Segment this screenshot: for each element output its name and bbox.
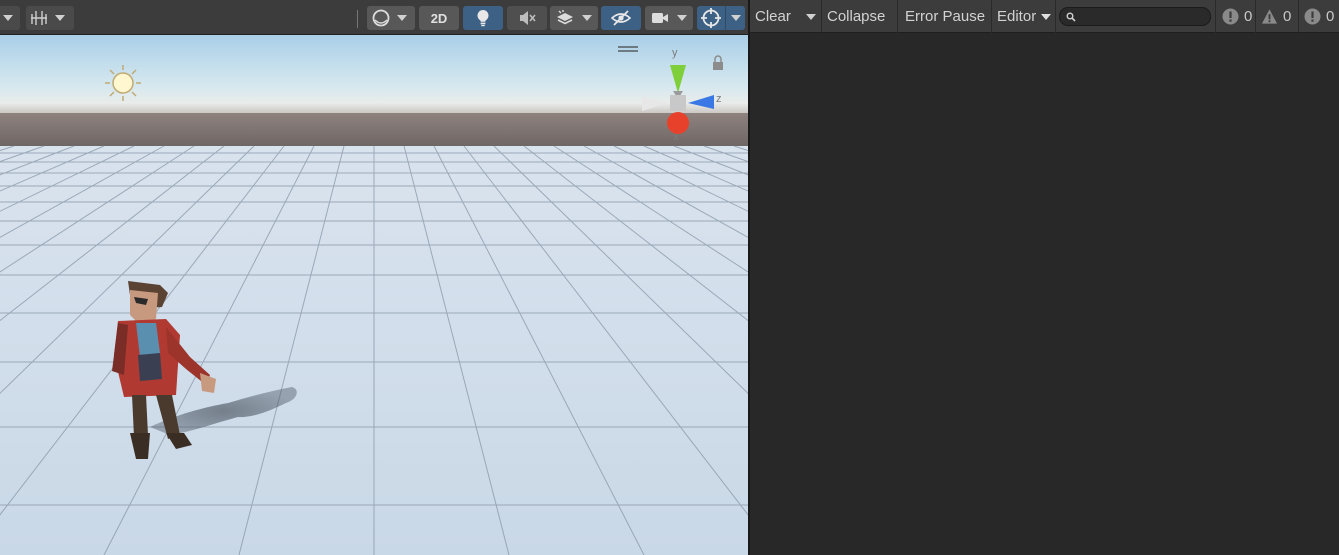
warning-count: 0 (1283, 8, 1292, 25)
chevron-down-icon (677, 15, 687, 21)
separator (1255, 0, 1256, 33)
collapse-label: Collapse (827, 8, 886, 25)
clear-button[interactable]: Clear (755, 0, 791, 33)
chevron-down-icon (1041, 13, 1052, 20)
grid-snap-icon (31, 11, 47, 25)
chevron-down-icon (806, 13, 816, 20)
error-count: 0 (1326, 8, 1335, 25)
shading-mode-dropdown[interactable] (367, 6, 415, 30)
error-icon (1304, 8, 1321, 25)
scene-toolbar: 2D (0, 0, 748, 35)
console-search-input[interactable] (1078, 8, 1210, 27)
console-search-field[interactable] (1059, 7, 1211, 27)
gizmos-toggle[interactable] (697, 6, 725, 30)
console-panel: Clear Collapse Error Pause Editor 0 0 0 (750, 0, 1339, 555)
clear-options-dropdown[interactable] (804, 0, 818, 33)
gizmo-z-label: z (716, 93, 722, 105)
editor-dropdown[interactable]: Editor (997, 0, 1052, 33)
chevron-down-icon (397, 15, 407, 21)
error-pause-toggle[interactable]: Error Pause (905, 0, 985, 33)
info-icon (1222, 8, 1239, 25)
scene-camera-dropdown[interactable] (645, 6, 693, 30)
sphere-shading-icon (372, 9, 390, 27)
camera-icon (652, 13, 668, 23)
info-log-toggle[interactable]: 0 (1222, 0, 1252, 33)
console-toolbar: Clear Collapse Error Pause Editor 0 0 0 (750, 0, 1339, 33)
editor-label: Editor (997, 8, 1037, 25)
gizmo-crosshair-icon (701, 8, 721, 28)
eye-slash-icon (611, 10, 631, 26)
scene-render (0, 35, 748, 555)
warning-icon (1261, 8, 1278, 25)
search-icon (1066, 12, 1076, 22)
mode-2d-toggle[interactable]: 2D (419, 6, 459, 30)
info-count: 0 (1244, 8, 1253, 25)
error-log-toggle[interactable]: 0 (1304, 0, 1334, 33)
clear-label: Clear (755, 8, 791, 25)
chevron-down-icon (730, 15, 741, 21)
separator (1215, 0, 1216, 33)
separator (821, 0, 822, 33)
draw-mode-dropdown[interactable] (0, 6, 20, 30)
gizmos-dropdown[interactable] (725, 6, 745, 30)
separator (1298, 0, 1299, 33)
separator (1055, 0, 1056, 33)
chevron-down-icon (55, 15, 65, 21)
grid-snapping-dropdown[interactable] (26, 6, 74, 30)
warning-log-toggle[interactable]: 0 (1261, 0, 1291, 33)
scene-lighting-toggle[interactable] (463, 6, 503, 30)
scene-effects-dropdown[interactable] (550, 6, 598, 30)
scene-view[interactable]: 2D y z x (0, 0, 748, 555)
chevron-down-icon (3, 15, 13, 21)
gizmo-x-label: x (673, 131, 679, 143)
gizmo-y-label: y (672, 47, 678, 59)
chevron-down-icon (582, 15, 592, 21)
speaker-mute-icon (520, 11, 536, 25)
lightbulb-icon (477, 9, 489, 27)
scene-visibility-toggle[interactable] (601, 6, 641, 30)
effects-layers-icon (557, 10, 573, 25)
console-log-area[interactable] (750, 33, 1339, 555)
scene-audio-toggle[interactable] (507, 6, 547, 30)
separator (991, 0, 992, 33)
toolbar-grip (357, 10, 359, 28)
error-pause-label: Error Pause (905, 8, 986, 25)
scene-viewport[interactable]: y z x (0, 35, 748, 555)
separator (897, 0, 898, 33)
collapse-toggle[interactable]: Collapse (827, 0, 885, 33)
